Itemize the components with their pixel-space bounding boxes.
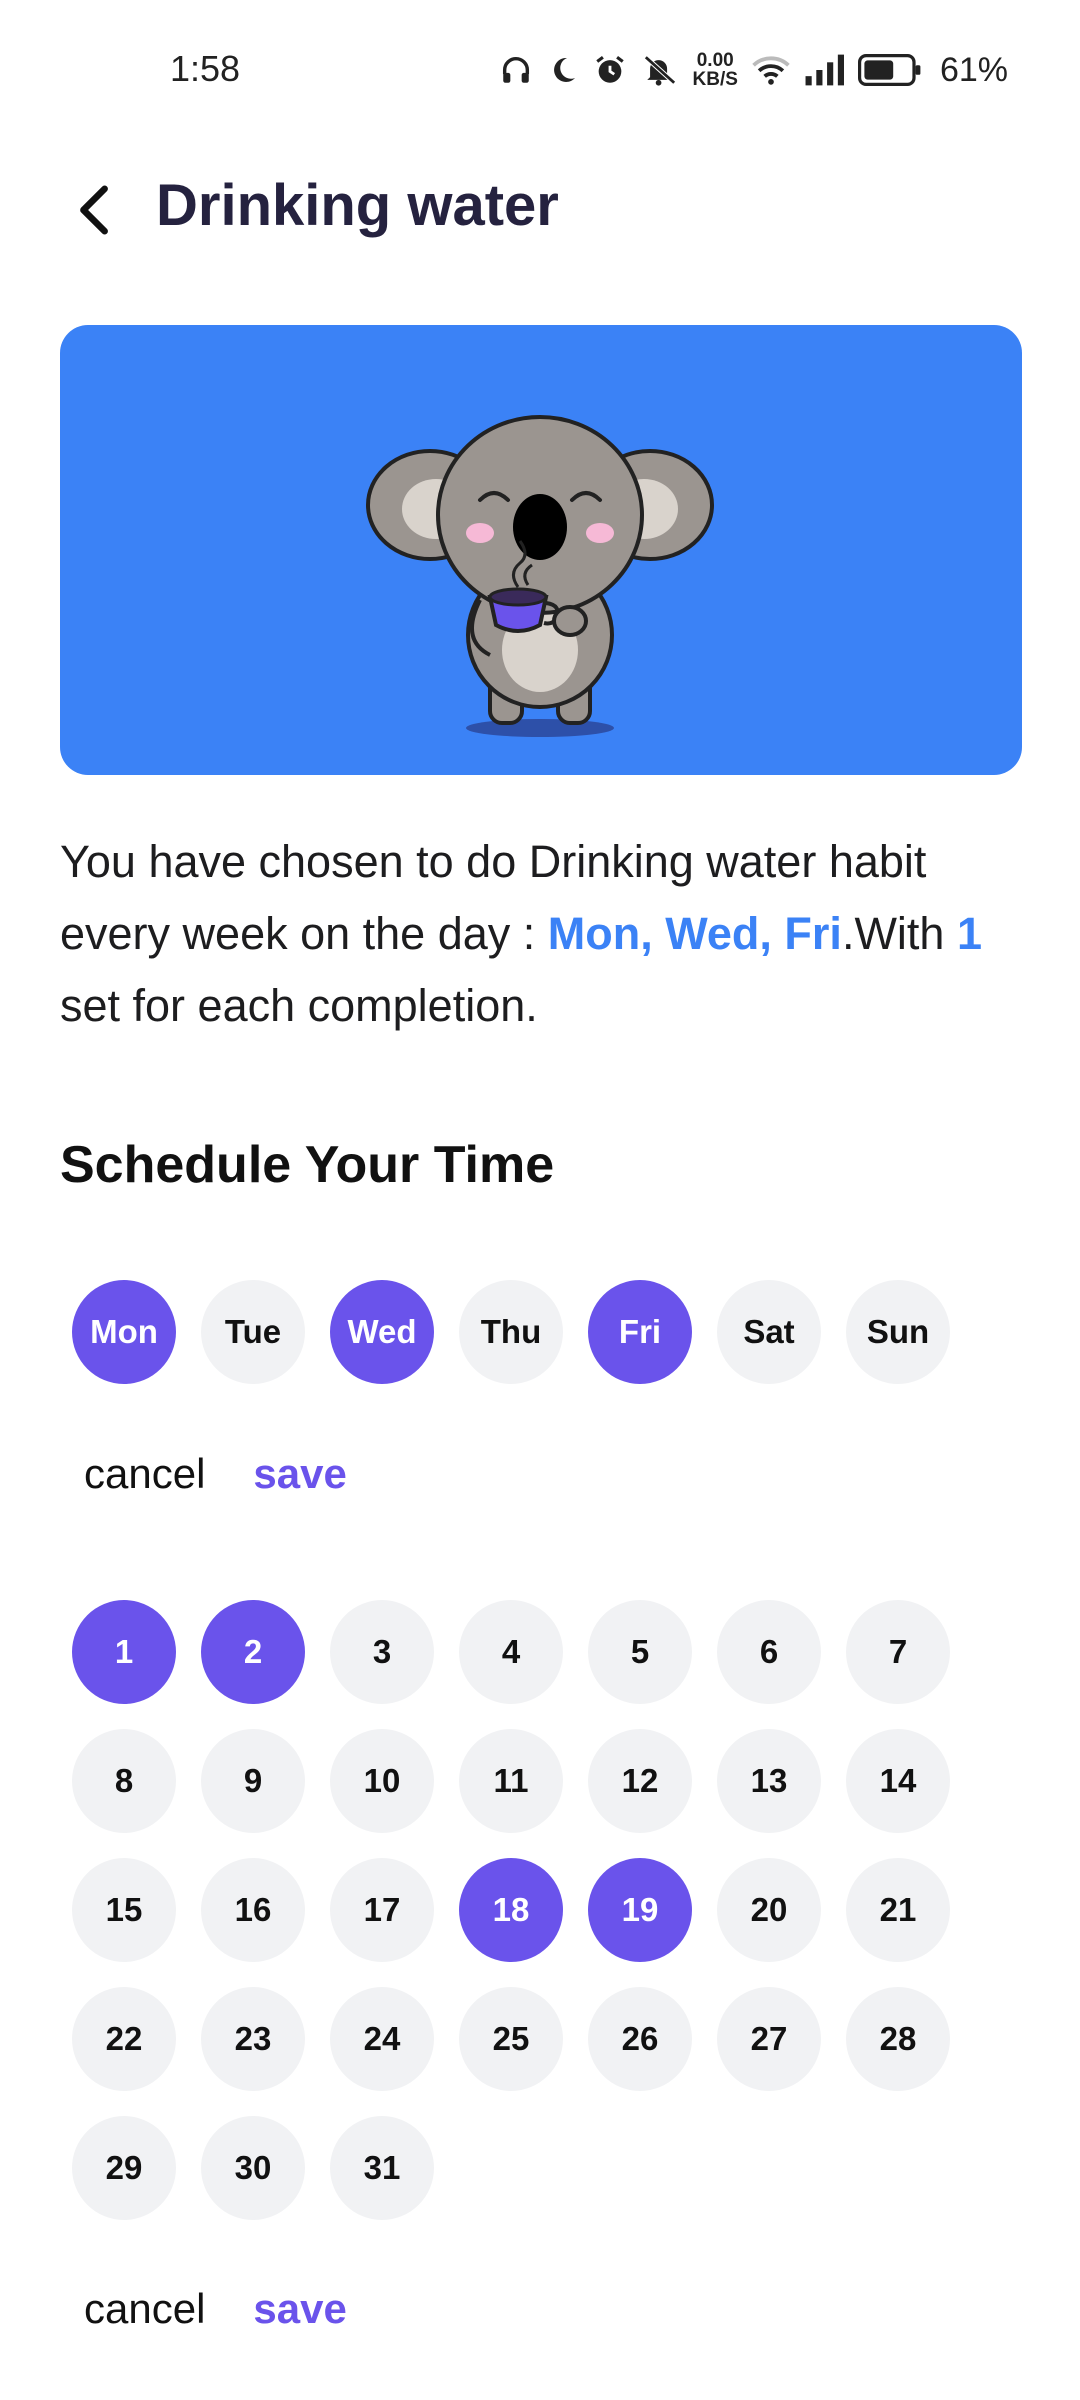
date-24[interactable]: 24 <box>330 1987 434 2091</box>
mute-icon <box>643 55 676 86</box>
date-21[interactable]: 21 <box>846 1858 950 1962</box>
app-header: Drinking water <box>0 160 1080 260</box>
weekday-save-button[interactable]: save <box>253 1450 346 1498</box>
date-7[interactable]: 7 <box>846 1600 950 1704</box>
weekday-thu[interactable]: Thu <box>459 1280 563 1384</box>
page-title: Drinking water <box>156 173 559 238</box>
date-11[interactable]: 11 <box>459 1729 563 1833</box>
date-8[interactable]: 8 <box>72 1729 176 1833</box>
date-31[interactable]: 31 <box>330 2116 434 2220</box>
desc-selected-days: Mon, Wed, Fri <box>547 908 842 959</box>
weekday-actions: cancel save <box>84 1450 347 1498</box>
wifi-icon <box>752 56 790 85</box>
net-speed-unit: KB/S <box>692 69 738 90</box>
date-12[interactable]: 12 <box>588 1729 692 1833</box>
date-10[interactable]: 10 <box>330 1729 434 1833</box>
back-button[interactable] <box>60 170 130 250</box>
date-22[interactable]: 22 <box>72 1987 176 2091</box>
desc-sets-count: 1 <box>956 908 982 959</box>
schedule-title: Schedule Your Time <box>60 1136 555 1194</box>
habit-banner <box>60 325 1022 775</box>
date-13[interactable]: 13 <box>717 1729 821 1833</box>
status-time: 1:58 <box>170 48 241 89</box>
weekday-cancel-button[interactable]: cancel <box>84 1450 205 1498</box>
signal-icon <box>805 54 844 86</box>
date-14[interactable]: 14 <box>846 1729 950 1833</box>
weekday-wed[interactable]: Wed <box>330 1280 434 1384</box>
habit-description: You have chosen to do Drinking water hab… <box>60 826 1020 1042</box>
date-17[interactable]: 17 <box>330 1858 434 1962</box>
date-29[interactable]: 29 <box>72 2116 176 2220</box>
date-25[interactable]: 25 <box>459 1987 563 2091</box>
date-4[interactable]: 4 <box>459 1600 563 1704</box>
weekday-fri[interactable]: Fri <box>588 1280 692 1384</box>
date-28[interactable]: 28 <box>846 1987 950 2091</box>
date-2[interactable]: 2 <box>201 1600 305 1704</box>
date-1[interactable]: 1 <box>72 1600 176 1704</box>
status-icons: 0.00 KB/S 61% <box>499 46 1008 94</box>
date-9[interactable]: 9 <box>201 1729 305 1833</box>
date-18[interactable]: 18 <box>459 1858 563 1962</box>
weekday-mon[interactable]: Mon <box>72 1280 176 1384</box>
weekday-selector: Mon Tue Wed Thu Fri Sat Sun <box>72 1280 950 1384</box>
date-19[interactable]: 19 <box>588 1858 692 1962</box>
date-selector: 1 2 3 4 5 6 7 8 9 10 11 12 13 14 15 16 1… <box>72 1600 950 2220</box>
date-16[interactable]: 16 <box>201 1858 305 1962</box>
date-30[interactable]: 30 <box>201 2116 305 2220</box>
net-speed-value: 0.00 <box>696 50 734 71</box>
desc-text-2: .With <box>841 908 957 959</box>
alarm-icon <box>595 56 624 83</box>
battery-icon <box>857 54 921 86</box>
koala-illustration <box>366 415 714 737</box>
date-6[interactable]: 6 <box>717 1600 821 1704</box>
weekday-sun[interactable]: Sun <box>846 1280 950 1384</box>
date-20[interactable]: 20 <box>717 1858 821 1962</box>
network-speed: 0.00 KB/S <box>693 51 738 89</box>
headphones-icon <box>502 57 529 83</box>
moon-icon <box>553 57 575 82</box>
date-5[interactable]: 5 <box>588 1600 692 1704</box>
weekday-sat[interactable]: Sat <box>717 1280 821 1384</box>
date-15[interactable]: 15 <box>72 1858 176 1962</box>
back-arrow-icon <box>80 185 108 235</box>
date-23[interactable]: 23 <box>201 1987 305 2091</box>
battery-percent: 61% <box>939 50 1008 89</box>
date-26[interactable]: 26 <box>588 1987 692 2091</box>
date-actions: cancel save <box>84 2285 347 2333</box>
date-27[interactable]: 27 <box>717 1987 821 2091</box>
desc-text-3: set for each completion. <box>60 980 538 1031</box>
date-save-button[interactable]: save <box>253 2285 346 2333</box>
date-3[interactable]: 3 <box>330 1600 434 1704</box>
weekday-tue[interactable]: Tue <box>201 1280 305 1384</box>
status-bar: 1:58 0.00 KB/S 61% <box>0 0 1080 140</box>
date-cancel-button[interactable]: cancel <box>84 2285 205 2333</box>
